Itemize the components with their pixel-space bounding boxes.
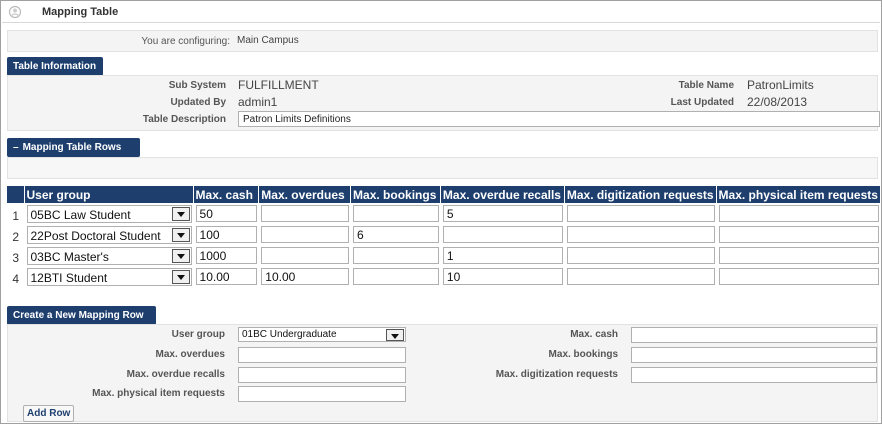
user-group-select[interactable]: 22Post Doctoral Student	[26, 225, 192, 244]
table-row: 4 12BTI Student 10.00 10.00 10	[7, 266, 881, 287]
create-new-mapping-row-header[interactable]: Create a New Mapping Row	[7, 306, 156, 325]
max-overdues-input[interactable]	[261, 226, 350, 243]
configuring-panel: You are configuring: Main Campus	[7, 30, 878, 52]
max-physical-item-requests-input[interactable]	[718, 247, 879, 264]
new-max-bookings-label: Max. bookings	[548, 349, 618, 360]
max-bookings-input[interactable]: 6	[353, 226, 439, 243]
max-overdue-recalls-input[interactable]: 1	[442, 247, 563, 264]
new-max-bookings-input[interactable]	[631, 347, 877, 363]
user-group-value: 03BC Master's	[30, 249, 109, 264]
max-physical-item-requests-input[interactable]	[718, 205, 879, 222]
max-cash-input[interactable]: 1000	[195, 247, 258, 264]
title-bar: Mapping Table	[2, 2, 880, 23]
sub-system-value: FULFILLMENT	[238, 78, 319, 92]
column-header-index	[7, 186, 25, 203]
max-cash-input[interactable]: 10.00	[195, 268, 258, 285]
dropdown-arrow-icon[interactable]	[171, 269, 190, 284]
max-overdues-input[interactable]	[261, 205, 350, 222]
mapping-table-rows-spacer	[7, 157, 878, 179]
new-max-digitization-requests-label: Max. digitization requests	[495, 369, 618, 380]
new-max-overdues-input[interactable]	[238, 347, 406, 363]
max-overdue-recalls-input[interactable]	[442, 226, 563, 243]
column-header-max-physical-item-requests: Max. physical item requests	[716, 186, 881, 203]
new-max-physical-item-requests-input[interactable]	[238, 386, 406, 402]
configuring-label: You are configuring:	[141, 36, 230, 47]
user-group-value: 22Post Doctoral Student	[30, 228, 161, 243]
new-max-digitization-requests-input[interactable]	[631, 367, 877, 383]
dropdown-arrow-icon[interactable]	[171, 206, 190, 221]
max-digitization-requests-input[interactable]	[566, 268, 715, 285]
table-name-label: Table Name	[678, 80, 734, 91]
dropdown-arrow-icon[interactable]	[171, 248, 190, 263]
max-cash-input[interactable]: 50	[195, 205, 258, 222]
page-title: Mapping Table	[42, 6, 119, 18]
new-max-physical-item-requests-label: Max. physical item requests	[92, 388, 225, 399]
max-bookings-input[interactable]	[353, 268, 439, 285]
column-header-max-overdues: Max. overdues	[259, 186, 352, 203]
table-description-label: Table Description	[142, 114, 226, 125]
column-header-max-overdue-recalls: Max. overdue recalls	[440, 186, 565, 203]
column-header-max-digitization-requests: Max. digitization requests	[564, 186, 717, 203]
column-header-user-group: User group	[24, 186, 194, 203]
table-description-field[interactable]: Patron Limits Definitions	[238, 111, 880, 127]
max-physical-item-requests-input[interactable]	[718, 226, 879, 243]
table-row: 3 03BC Master's 1000 1	[7, 245, 881, 266]
user-group-value: 12BTI Student	[30, 270, 108, 285]
max-overdue-recalls-input[interactable]: 10	[442, 268, 563, 285]
new-max-cash-label: Max. cash	[570, 329, 618, 340]
row-index: 2	[12, 230, 20, 244]
collapse-icon[interactable]: –	[13, 142, 19, 153]
mapping-table-page: Mapping Table You are configuring: Main …	[0, 0, 882, 424]
dropdown-arrow-icon[interactable]	[386, 329, 404, 341]
max-digitization-requests-input[interactable]	[566, 247, 715, 264]
row-index: 1	[12, 209, 20, 223]
max-overdues-input[interactable]	[261, 247, 350, 264]
table-information-header[interactable]: Table Information	[7, 57, 103, 76]
app-logo-icon	[8, 5, 22, 19]
row-index: 3	[12, 251, 20, 265]
new-user-group-select[interactable]: 01BC Undergraduate	[238, 327, 406, 342]
new-max-overdues-label: Max. overdues	[155, 349, 225, 360]
column-header-max-bookings: Max. bookings	[351, 186, 441, 203]
user-group-select[interactable]: 12BTI Student	[26, 267, 192, 286]
max-bookings-input[interactable]	[353, 205, 439, 222]
add-row-button[interactable]: Add Row	[23, 405, 75, 422]
mapping-table-rows-title: Mapping Table Rows	[22, 142, 122, 153]
max-bookings-input[interactable]	[353, 247, 439, 264]
new-max-cash-input[interactable]	[631, 327, 877, 343]
max-cash-input[interactable]: 100	[195, 226, 258, 243]
column-header-max-cash: Max. cash	[193, 186, 260, 203]
last-updated-label: Last Updated	[670, 97, 734, 108]
row-index: 4	[12, 272, 20, 286]
mapping-table: User group Max. cash Max. overdues Max. …	[7, 186, 881, 287]
user-group-select[interactable]: 05BC Law Student	[26, 204, 192, 223]
dropdown-arrow-icon[interactable]	[171, 227, 190, 242]
max-overdue-recalls-input[interactable]: 5	[442, 205, 563, 222]
user-group-value: 05BC Law Student	[30, 207, 131, 222]
max-digitization-requests-input[interactable]	[566, 205, 715, 222]
last-updated-value: 22/08/2013	[747, 95, 808, 109]
mapping-table-rows-header[interactable]: – Mapping Table Rows	[7, 138, 140, 157]
max-overdues-input[interactable]: 10.00	[261, 268, 350, 285]
table-header-row: User group Max. cash Max. overdues Max. …	[7, 186, 881, 203]
user-group-select[interactable]: 03BC Master's	[26, 246, 192, 265]
table-name-value: PatronLimits	[747, 78, 814, 92]
max-digitization-requests-input[interactable]	[566, 226, 715, 243]
new-max-overdue-recalls-input[interactable]	[238, 367, 406, 383]
updated-by-value: admin1	[238, 95, 278, 109]
configuring-value: Main Campus	[237, 35, 299, 46]
new-user-group-value: 01BC Undergraduate	[242, 329, 337, 340]
table-row: 1 05BC Law Student 50 5	[7, 203, 881, 224]
table-row: 2 22Post Doctoral Student 100 6	[7, 224, 881, 245]
updated-by-label: Updated By	[170, 97, 226, 108]
new-user-group-label: User group	[171, 329, 225, 340]
max-physical-item-requests-input[interactable]	[718, 268, 879, 285]
new-max-overdue-recalls-label: Max. overdue recalls	[126, 369, 225, 380]
sub-system-label: Sub System	[168, 80, 226, 91]
